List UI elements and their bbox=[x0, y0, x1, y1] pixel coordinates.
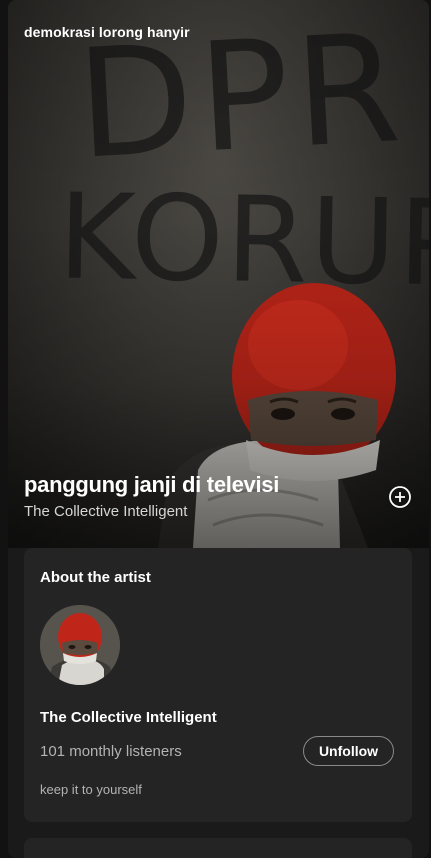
cover-art-gradient bbox=[8, 0, 429, 548]
playlist-context-title[interactable]: demokrasi lorong hanyir bbox=[24, 24, 190, 40]
about-artist-heading: About the artist bbox=[40, 569, 151, 586]
monthly-listeners: 101 monthly listeners bbox=[40, 743, 182, 760]
now-playing-panel: DPR KORUP demokrasi lorong hanyir panggu… bbox=[8, 0, 429, 858]
cover-art: DPR KORUP demokrasi lorong hanyir panggu… bbox=[8, 0, 429, 548]
artist-avatar[interactable] bbox=[40, 605, 120, 685]
track-title[interactable]: panggung janji di televisi bbox=[24, 472, 279, 498]
next-section-card bbox=[24, 838, 412, 858]
artist-avatar-image bbox=[40, 605, 120, 685]
about-artist-card[interactable]: About the artist The Collective Intellig… bbox=[24, 548, 412, 822]
artist-bio: keep it to yourself bbox=[40, 782, 142, 797]
unfollow-button[interactable]: Unfollow bbox=[303, 736, 394, 766]
plus-circle-icon bbox=[389, 486, 411, 508]
artist-name[interactable]: The Collective Intelligent bbox=[40, 709, 217, 726]
add-to-library-button[interactable] bbox=[388, 485, 412, 509]
track-artist[interactable]: The Collective Intelligent bbox=[24, 503, 187, 520]
